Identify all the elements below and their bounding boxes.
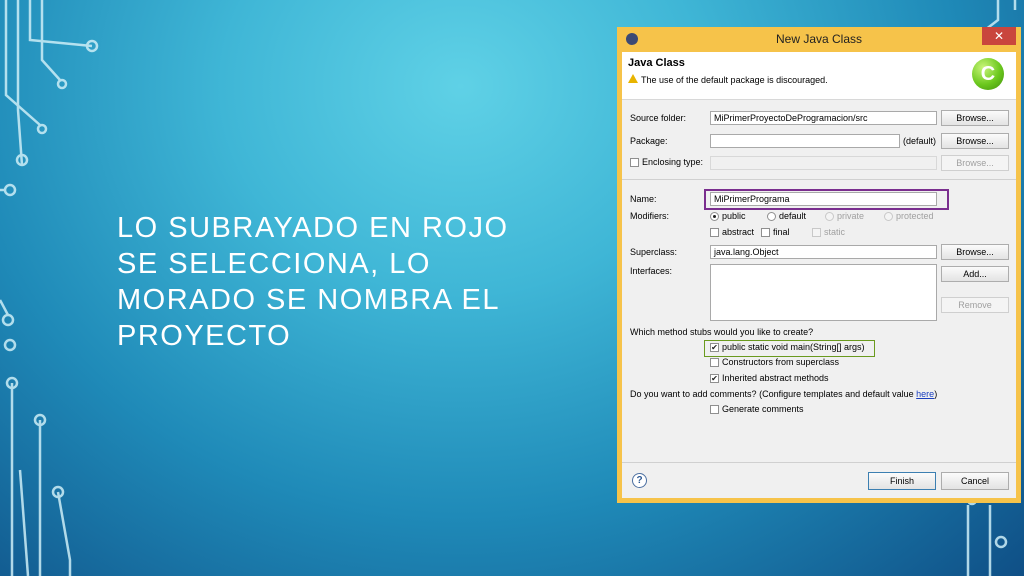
separator [622,179,1016,180]
name-label: Name: [630,194,657,204]
protected-label: protected [896,211,934,221]
comments-question-text: Do you want to add comments? (Configure … [630,389,917,399]
dialog-header: Java Class The use of the default packag… [622,52,1016,100]
package-default-hint: (default) [903,136,937,146]
footer-separator [622,462,1016,463]
constructors-checkbox[interactable] [710,358,719,367]
warning-icon [628,74,638,83]
enclosing-type-field[interactable] [710,156,937,170]
warning-message: The use of the default package is discou… [641,75,828,85]
method-stubs-question: Which method stubs would you like to cre… [630,327,814,337]
comments-question-end: ) [934,389,938,399]
inherited-methods-checkbox[interactable]: ✔ [710,374,719,383]
superclass-field[interactable]: java.lang.Object [710,245,937,259]
window-title: New Java Class [775,32,863,46]
green-highlight-box [704,340,875,357]
public-label: public [722,211,746,221]
package-label: Package: [630,136,668,146]
source-folder-browse-button[interactable]: Browse... [941,110,1009,126]
final-label: final [773,227,790,237]
protected-radio[interactable] [884,212,893,221]
default-label: default [779,211,807,221]
new-java-class-dialog: New Java Class ✕ Java Class The use of t… [617,27,1021,503]
purple-highlight-box [704,189,949,210]
private-label: private [837,211,865,221]
inherited-methods-label: Inherited abstract methods [722,373,829,383]
java-class-logo-icon: C [972,58,1004,90]
default-radio[interactable] [767,212,776,221]
interfaces-label: Interfaces: [630,266,673,276]
private-radio[interactable] [825,212,834,221]
add-interface-button[interactable]: Add... [941,266,1009,282]
enclosing-type-checkbox[interactable] [630,158,639,167]
package-browse-button[interactable]: Browse... [941,133,1009,149]
superclass-browse-button[interactable]: Browse... [941,244,1009,260]
enclosing-type-label: Enclosing type: [642,157,704,167]
package-field[interactable] [710,134,900,148]
constructors-label: Constructors from superclass [722,357,840,367]
generate-comments-label: Generate comments [722,404,804,414]
abstract-label: abstract [722,227,755,237]
abstract-checkbox[interactable] [710,228,719,237]
static-label: static [824,227,846,237]
finish-button[interactable]: Finish [868,472,936,490]
title-bar[interactable]: New Java Class ✕ [622,27,1016,52]
generate-comments-checkbox[interactable] [710,405,719,414]
interfaces-list[interactable] [710,264,937,321]
cancel-button[interactable]: Cancel [941,472,1009,490]
configure-templates-link[interactable]: here [916,389,934,399]
close-button[interactable]: ✕ [982,27,1016,45]
superclass-label: Superclass: [630,247,678,257]
help-icon[interactable]: ? [632,473,647,488]
modifiers-label: Modifiers: [630,211,670,221]
remove-interface-button[interactable]: Remove [941,297,1009,313]
public-radio[interactable] [710,212,719,221]
final-checkbox[interactable] [761,228,770,237]
static-checkbox[interactable] [812,228,821,237]
slide-title: LO SUBRAYADO EN ROJO SE SELECCIONA, LO M… [117,212,509,352]
enclosing-type-browse-button[interactable]: Browse... [941,155,1009,171]
header-title: Java Class [628,57,685,69]
dialog-body: Java Class The use of the default packag… [622,52,1016,498]
source-folder-field[interactable]: MiPrimerProyectoDeProgramacion/src [710,111,937,125]
comments-question: Do you want to add comments? (Configure … [630,389,937,399]
source-folder-label: Source folder: [630,113,687,123]
